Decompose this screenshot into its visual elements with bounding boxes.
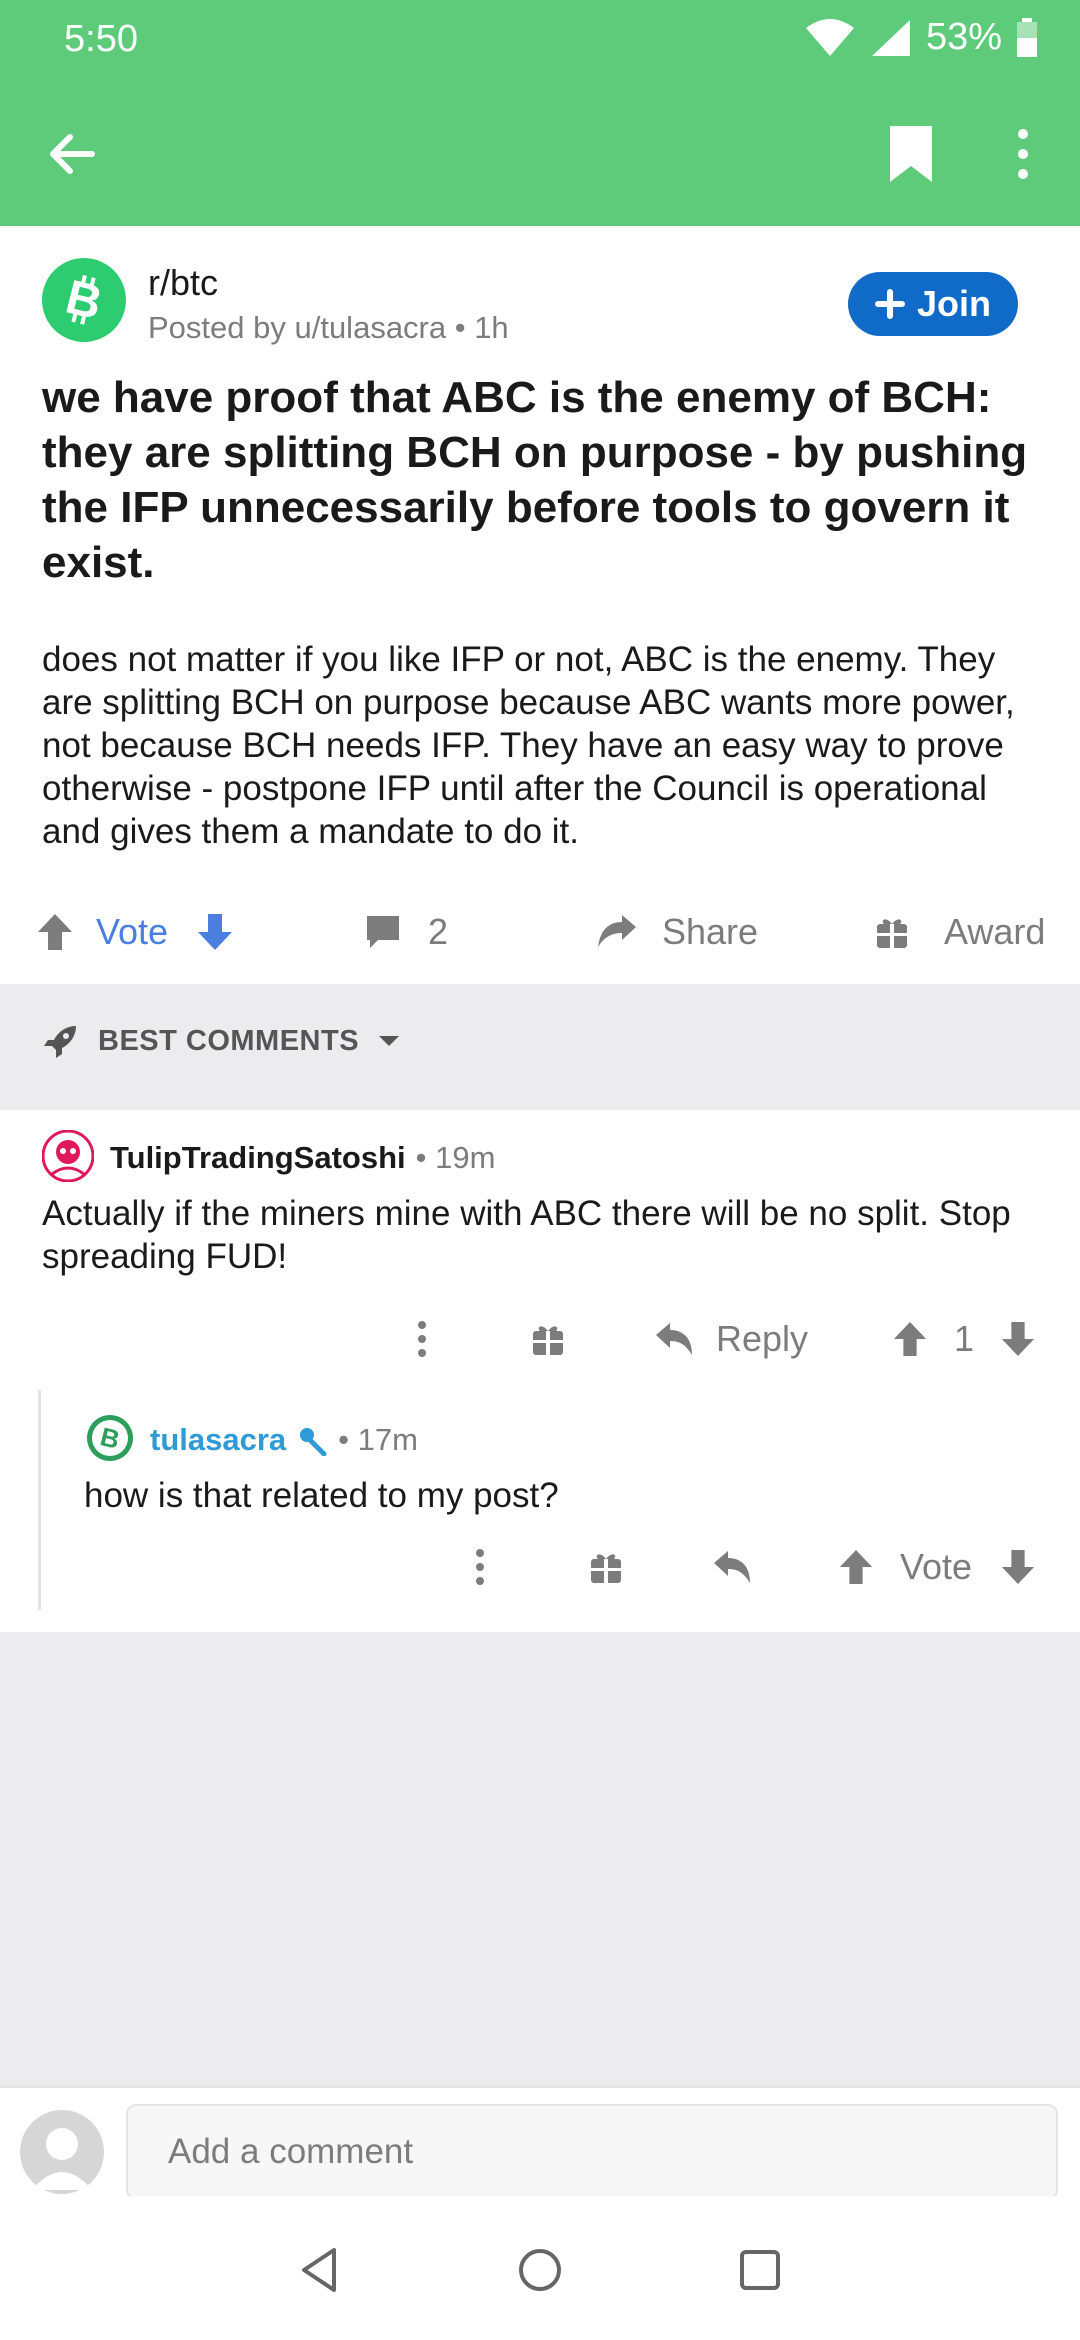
comment-author[interactable]: tulasacra [150,1422,286,1458]
upvote-button[interactable] [36,886,74,978]
plus-icon [874,289,905,319]
comment-award-button[interactable] [588,1532,624,1602]
person-icon [32,2128,92,2190]
reply-button[interactable] [712,1532,752,1602]
downvote-button[interactable] [196,886,234,978]
battery-percent: 53% [925,16,1002,58]
microphone-icon [300,1428,327,1456]
post-header: B r/btc Posted by u/tulasacra • 1h Join [0,226,1080,366]
comment-time: • 17m [338,1422,418,1457]
more-options-icon [476,1549,484,1585]
current-user-avatar[interactable] [20,2110,104,2194]
comment-actions: Reply 1 [0,1304,1080,1374]
reply-arrow-icon [656,1323,692,1355]
bitcoin-icon: B [61,271,107,331]
downvote-arrow-icon [1001,1549,1035,1585]
comment-meta: tulasacra • 17m [150,1422,418,1458]
comment-downvote-button[interactable] [1000,1304,1036,1374]
gift-icon [533,1326,563,1355]
comment-downvote-button[interactable] [1000,1532,1036,1602]
comment-more-button[interactable] [470,1532,490,1602]
more-options-icon [418,1321,426,1357]
bookmark-icon[interactable] [886,124,936,184]
comment-vote-label: Vote [900,1546,973,1587]
share-arrow-icon [598,915,636,947]
status-bar: 5:50 53% [0,0,1080,80]
comment-author[interactable]: TulipTradingSatoshi [110,1140,406,1176]
reply-arrow-icon [714,1551,750,1583]
downvote-arrow-icon [1001,1321,1035,1357]
share-button[interactable]: Share [596,886,758,978]
nav-home-icon[interactable] [510,2240,570,2300]
screen: 5:50 53% B r/btc Posted by u/tulasacra •… [0,0,1080,2340]
comment-item: TulipTradingSatoshi • 19m Actually if th… [0,1110,1080,1386]
comment-body: Actually if the miners mine with ABC the… [42,1194,1011,1276]
post-title: we have proof that ABC is the enemy of B… [42,373,1028,587]
app-bar [0,80,1080,226]
gift-icon [877,919,907,948]
comment-more-button[interactable] [412,1304,432,1374]
posted-by[interactable]: Posted by u/tulasacra • 1h [148,310,509,346]
downvote-arrow-icon [198,914,232,950]
gift-icon [591,1554,621,1583]
comment-meta: TulipTradingSatoshi • 19m [110,1140,495,1176]
comment-body: how is that related to my post? [84,1476,559,1515]
sort-label: BEST COMMENTS [98,1024,360,1057]
status-icons: 53% [804,16,1038,59]
subreddit-avatar[interactable]: B [42,258,126,342]
comment-award-button[interactable] [530,1304,566,1374]
back-arrow-icon[interactable] [42,124,102,184]
comment-upvote-button[interactable] [892,1304,928,1374]
nav-back-icon[interactable] [290,2240,350,2300]
comment-upvote-button[interactable] [838,1532,874,1602]
system-nav-bar [0,2196,1080,2340]
sort-dropdown[interactable]: BEST COMMENTS [42,1022,401,1060]
vote-label: Vote [96,911,169,952]
app-header: 5:50 53% [0,0,1080,226]
award-button[interactable]: Award [874,886,1045,978]
dropdown-caret-icon [379,1036,400,1046]
add-comment-input[interactable]: Add a comment [126,2104,1058,2200]
signal-icon [871,19,910,56]
award-label: Award [944,911,1046,952]
subreddit-name[interactable]: r/btc [148,262,218,304]
upvote-arrow-icon [38,914,72,950]
user-avatar-icon[interactable]: B [86,1414,134,1462]
reply-comment-item: B tulasacra • 17m how is that related to… [0,1390,1080,1632]
post-action-bar: Vote 2 Share Award [0,886,1080,978]
reply-label: Reply [716,1318,809,1359]
comment-count: 2 [428,911,449,952]
join-button[interactable]: Join [848,272,1018,336]
add-comment-bar: Add a comment [0,2086,1080,2200]
upvote-arrow-icon [893,1321,927,1357]
comment-time: • 19m [415,1140,496,1175]
reply-button[interactable]: Reply [654,1304,808,1374]
empty-area [0,1632,1080,2086]
rocket-icon [44,1026,76,1058]
nav-recents-icon[interactable] [730,2240,790,2300]
join-label: Join [916,283,991,324]
status-time: 5:50 [64,18,138,60]
more-options-icon[interactable] [1006,124,1040,184]
post-body: does not matter if you like IFP or not, … [42,640,1015,851]
comments-button[interactable]: 2 [364,886,448,978]
thread-line [38,1390,41,1610]
wifi-icon [805,18,854,56]
comment-bubble-icon [367,916,399,948]
battery-icon [1017,17,1037,57]
comment-actions: Vote [0,1532,1080,1602]
comment-score: 1 [954,1318,975,1359]
user-avatar-icon[interactable] [42,1130,94,1182]
upvote-arrow-icon [839,1549,873,1585]
share-label: Share [662,911,759,952]
sort-bar: BEST COMMENTS [0,984,1080,1110]
